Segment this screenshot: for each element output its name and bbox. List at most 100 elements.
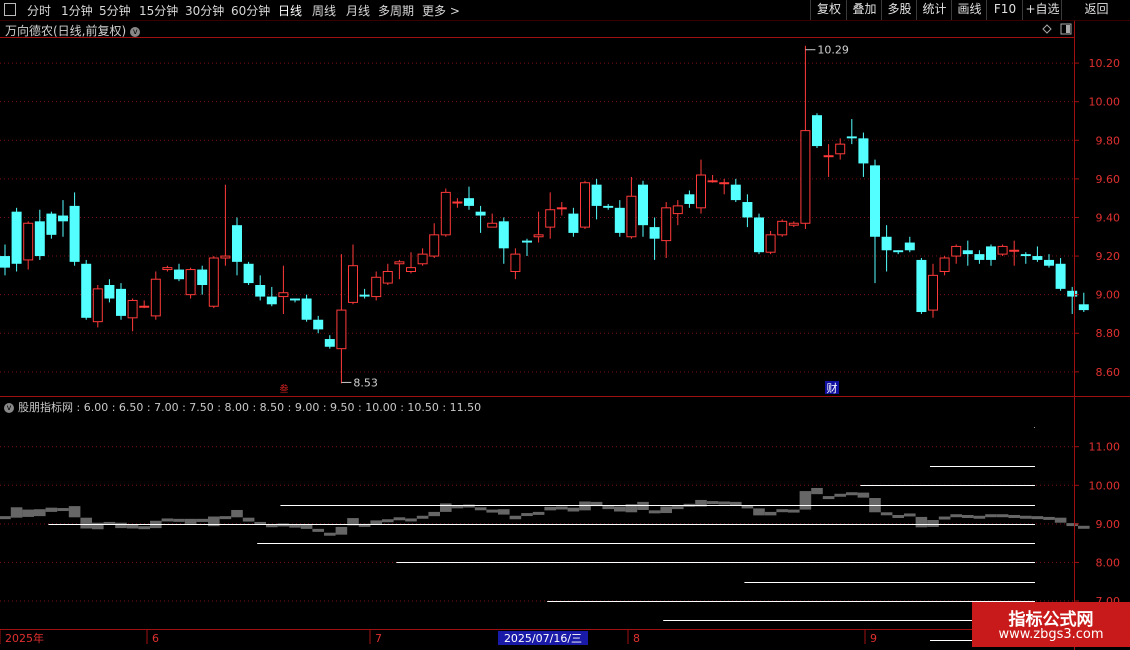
indicator-name-label: 股朋指标网 : 6.00 : 6.50 : 7.00 : 7.50 : 8.00… bbox=[18, 401, 482, 414]
toolbar-button-0[interactable]: 复权 bbox=[810, 0, 847, 20]
candle bbox=[243, 261, 254, 286]
indicator-bar bbox=[892, 514, 904, 518]
candle bbox=[429, 223, 440, 258]
indicator-bar bbox=[1031, 516, 1044, 520]
candle-body bbox=[672, 205, 683, 215]
toolbar-button-2[interactable]: 多股 bbox=[881, 0, 917, 20]
candle bbox=[1055, 257, 1066, 291]
candle bbox=[800, 45, 811, 230]
window-icon[interactable] bbox=[4, 3, 16, 16]
chevron-down-icon[interactable]: v bbox=[130, 26, 141, 37]
toolbar-button-5[interactable]: F10 bbox=[986, 0, 1023, 20]
candle bbox=[58, 200, 68, 237]
indicator-bar bbox=[80, 517, 92, 529]
candle bbox=[754, 213, 764, 255]
candle-body bbox=[719, 182, 730, 185]
period-tab-6[interactable]: 日线 bbox=[278, 2, 302, 19]
candle-body bbox=[81, 263, 92, 318]
indicator-bar bbox=[22, 509, 34, 517]
candle-body bbox=[1055, 263, 1066, 289]
watermark-url: www.zbgs3.com bbox=[998, 627, 1104, 642]
period-tab-1[interactable]: 1分钟 bbox=[61, 2, 93, 19]
candle-body bbox=[232, 225, 242, 262]
candle bbox=[104, 279, 115, 303]
indicator-bar bbox=[567, 507, 580, 512]
indicator-bar bbox=[1020, 515, 1032, 519]
indicator-bar bbox=[358, 523, 371, 527]
indicator-bar bbox=[161, 518, 174, 522]
period-tab-5[interactable]: 60分钟 bbox=[231, 2, 270, 19]
indicator-bar bbox=[300, 524, 313, 529]
indicator-bar bbox=[254, 521, 266, 525]
candle bbox=[394, 259, 405, 280]
candle bbox=[951, 244, 962, 264]
period-tab-8[interactable]: 月线 bbox=[346, 2, 370, 19]
period-tab-9[interactable]: 多周期 bbox=[378, 2, 414, 19]
x-axis-label: 8 bbox=[633, 632, 640, 645]
period-tab-10[interactable]: 更多 > bbox=[422, 2, 460, 19]
indicator-bar bbox=[335, 526, 348, 535]
toolbar-button-1[interactable]: 叠加 bbox=[846, 0, 882, 20]
candle-body bbox=[371, 276, 382, 298]
candle bbox=[406, 252, 416, 274]
period-tab-7[interactable]: 周线 bbox=[312, 2, 336, 19]
indicator-bar bbox=[405, 518, 417, 522]
indicator-bar bbox=[857, 492, 870, 498]
event-marker: 财 bbox=[827, 381, 838, 395]
toolbar-button-6[interactable]: +自选 bbox=[1022, 0, 1062, 20]
indicator-bar bbox=[242, 517, 255, 522]
candle bbox=[730, 178, 741, 203]
kline-chart[interactable]: 10.20 10.00 9.80 9.60 9.40 9.20 9.00 8.80 8.60 10… bbox=[0, 0, 1130, 650]
period-tab-4[interactable]: 30分钟 bbox=[185, 2, 224, 19]
chevron-down-icon[interactable]: v bbox=[4, 403, 14, 413]
candle bbox=[672, 200, 683, 226]
indicator-bar bbox=[1066, 523, 1078, 527]
indicator-bar bbox=[312, 528, 324, 532]
high-price-label: 10.29 bbox=[817, 44, 849, 57]
candle-body bbox=[591, 184, 602, 206]
main-y-tick-label: 10.20 bbox=[1089, 57, 1121, 70]
indicator-bar bbox=[196, 518, 208, 522]
indicator-bar bbox=[985, 514, 997, 518]
indicator-bar bbox=[718, 501, 730, 505]
candle bbox=[881, 225, 892, 272]
main-y-tick-label: 8.80 bbox=[1096, 327, 1121, 340]
candle bbox=[870, 159, 880, 284]
toolbar-button-7[interactable]: 返回 bbox=[1061, 0, 1130, 20]
candle-body bbox=[69, 205, 80, 262]
candle-body bbox=[522, 240, 532, 243]
candle bbox=[1032, 246, 1043, 262]
candle-body bbox=[429, 234, 440, 257]
candle-body bbox=[777, 220, 788, 236]
period-tab-2[interactable]: 5分钟 bbox=[99, 2, 131, 19]
indicator-bar bbox=[648, 510, 661, 514]
indicator-bar bbox=[590, 501, 603, 507]
candle-body bbox=[475, 211, 486, 216]
candle-body bbox=[788, 222, 799, 226]
toolbar-button-3[interactable]: 统计 bbox=[916, 0, 952, 20]
candle bbox=[278, 265, 289, 314]
candle-body bbox=[0, 256, 10, 268]
indicator-bar bbox=[126, 525, 139, 529]
candle bbox=[139, 300, 150, 309]
candle-body bbox=[893, 250, 904, 253]
candle-body bbox=[974, 254, 985, 260]
candle-body bbox=[406, 267, 416, 272]
indicator-bar bbox=[927, 520, 939, 527]
toolbar-button-4[interactable]: 画线 bbox=[951, 0, 987, 20]
candle bbox=[382, 263, 393, 286]
indicator-bar bbox=[753, 508, 765, 516]
candle-body bbox=[568, 213, 579, 233]
indicator-bar bbox=[672, 506, 684, 510]
period-tab-0[interactable]: 分时 bbox=[27, 2, 51, 19]
indicator-bar bbox=[451, 505, 464, 509]
candle bbox=[127, 298, 138, 332]
period-tab-3[interactable]: 15分钟 bbox=[139, 2, 178, 19]
candle bbox=[719, 178, 730, 195]
indicator-bar bbox=[1078, 525, 1090, 529]
main-y-tick-label: 8.60 bbox=[1096, 366, 1121, 379]
indicator-bar bbox=[904, 513, 916, 517]
candle bbox=[846, 119, 857, 145]
candle bbox=[812, 113, 822, 148]
candle-body bbox=[1044, 259, 1054, 266]
